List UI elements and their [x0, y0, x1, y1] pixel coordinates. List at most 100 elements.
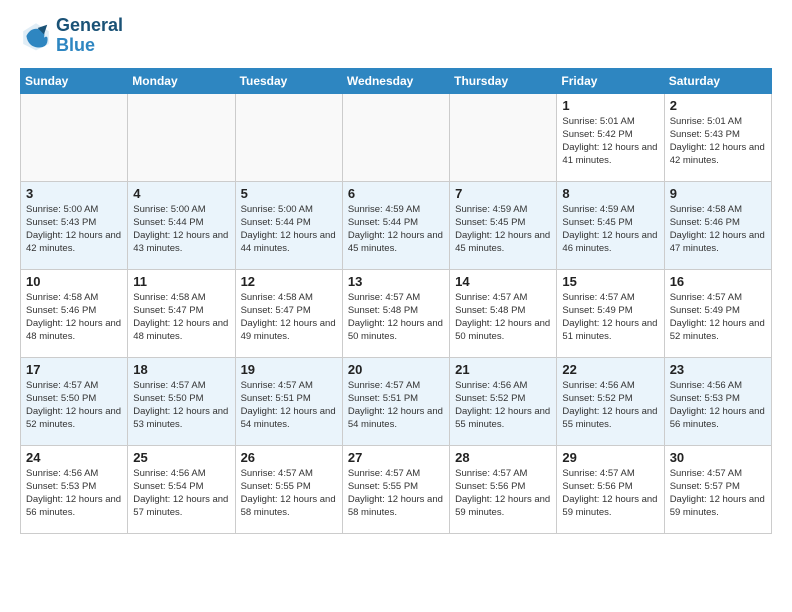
page-container: General Blue SundayMondayTuesdayWednesda…	[0, 0, 792, 544]
calendar-cell: 13 Sunrise: 4:57 AM Sunset: 5:48 PM Dayli…	[342, 269, 449, 357]
day-info: Sunrise: 4:56 AM Sunset: 5:52 PM Dayligh…	[562, 379, 658, 432]
calendar-cell: 15 Sunrise: 4:57 AM Sunset: 5:49 PM Dayli…	[557, 269, 664, 357]
day-number: 23	[670, 362, 766, 377]
day-number: 24	[26, 450, 122, 465]
calendar-cell: 10Sunrise: 4:58 AM Sunset: 5:46 PM Dayli…	[21, 269, 128, 357]
day-info: Sunrise: 4:57 AM Sunset: 5:48 PM Dayligh…	[455, 291, 551, 344]
calendar-cell	[342, 93, 449, 181]
calendar-cell	[21, 93, 128, 181]
calendar-cell: 23 Sunrise: 4:56 AM Sunset: 5:53 PM Dayli…	[664, 357, 771, 445]
day-number: 13	[348, 274, 444, 289]
calendar-week-row: 17 Sunrise: 4:57 AM Sunset: 5:50 PM Dayli…	[21, 357, 772, 445]
day-info: Sunrise: 4:57 AM Sunset: 5:55 PM Dayligh…	[241, 467, 337, 520]
calendar-week-row: 10Sunrise: 4:58 AM Sunset: 5:46 PM Dayli…	[21, 269, 772, 357]
day-info: Sunrise: 4:56 AM Sunset: 5:54 PM Dayligh…	[133, 467, 229, 520]
day-number: 27	[348, 450, 444, 465]
calendar-week-row: 1Sunrise: 5:01 AM Sunset: 5:42 PM Daylig…	[21, 93, 772, 181]
weekday-header-thursday: Thursday	[450, 68, 557, 93]
weekday-header-sunday: Sunday	[21, 68, 128, 93]
calendar-cell: 28Sunrise: 4:57 AM Sunset: 5:56 PM Dayli…	[450, 445, 557, 533]
day-number: 22	[562, 362, 658, 377]
calendar-cell: 3 Sunrise: 5:00 AM Sunset: 5:43 PM Daylig…	[21, 181, 128, 269]
day-info: Sunrise: 5:00 AM Sunset: 5:44 PM Dayligh…	[133, 203, 229, 256]
day-info: Sunrise: 4:59 AM Sunset: 5:45 PM Dayligh…	[455, 203, 551, 256]
day-info: Sunrise: 4:58 AM Sunset: 5:47 PM Dayligh…	[241, 291, 337, 344]
day-number: 10	[26, 274, 122, 289]
day-number: 17	[26, 362, 122, 377]
day-number: 7	[455, 186, 551, 201]
calendar-cell	[235, 93, 342, 181]
day-number: 8	[562, 186, 658, 201]
day-info: Sunrise: 4:57 AM Sunset: 5:56 PM Dayligh…	[455, 467, 551, 520]
calendar-cell: 7 Sunrise: 4:59 AM Sunset: 5:45 PM Daylig…	[450, 181, 557, 269]
day-number: 3	[26, 186, 122, 201]
day-number: 2	[670, 98, 766, 113]
calendar-cell: 4 Sunrise: 5:00 AM Sunset: 5:44 PM Daylig…	[128, 181, 235, 269]
calendar-cell: 5 Sunrise: 5:00 AM Sunset: 5:44 PM Daylig…	[235, 181, 342, 269]
calendar-cell: 30Sunrise: 4:57 AM Sunset: 5:57 PM Dayli…	[664, 445, 771, 533]
day-info: Sunrise: 4:56 AM Sunset: 5:53 PM Dayligh…	[26, 467, 122, 520]
day-number: 26	[241, 450, 337, 465]
day-info: Sunrise: 4:57 AM Sunset: 5:56 PM Dayligh…	[562, 467, 658, 520]
calendar-cell: 19 Sunrise: 4:57 AM Sunset: 5:51 PM Dayli…	[235, 357, 342, 445]
day-number: 19	[241, 362, 337, 377]
calendar-cell: 16Sunrise: 4:57 AM Sunset: 5:49 PM Dayli…	[664, 269, 771, 357]
day-info: Sunrise: 4:57 AM Sunset: 5:50 PM Dayligh…	[133, 379, 229, 432]
weekday-header-row: SundayMondayTuesdayWednesdayThursdayFrid…	[21, 68, 772, 93]
calendar-cell: 18 Sunrise: 4:57 AM Sunset: 5:50 PM Dayli…	[128, 357, 235, 445]
calendar-cell	[450, 93, 557, 181]
page-header: General Blue	[20, 16, 772, 56]
day-info: Sunrise: 4:57 AM Sunset: 5:51 PM Dayligh…	[241, 379, 337, 432]
weekday-header-wednesday: Wednesday	[342, 68, 449, 93]
calendar-cell	[128, 93, 235, 181]
day-number: 29	[562, 450, 658, 465]
day-number: 11	[133, 274, 229, 289]
calendar-cell: 9 Sunrise: 4:58 AM Sunset: 5:46 PM Daylig…	[664, 181, 771, 269]
logo-icon	[20, 20, 52, 52]
logo-text: General Blue	[56, 16, 123, 56]
day-info: Sunrise: 4:56 AM Sunset: 5:52 PM Dayligh…	[455, 379, 551, 432]
calendar-cell: 12 Sunrise: 4:58 AM Sunset: 5:47 PM Dayli…	[235, 269, 342, 357]
calendar-cell: 2 Sunrise: 5:01 AM Sunset: 5:43 PM Daylig…	[664, 93, 771, 181]
day-number: 9	[670, 186, 766, 201]
day-number: 25	[133, 450, 229, 465]
weekday-header-friday: Friday	[557, 68, 664, 93]
day-info: Sunrise: 4:57 AM Sunset: 5:48 PM Dayligh…	[348, 291, 444, 344]
day-number: 18	[133, 362, 229, 377]
day-info: Sunrise: 5:01 AM Sunset: 5:42 PM Dayligh…	[562, 115, 658, 168]
day-info: Sunrise: 4:57 AM Sunset: 5:55 PM Dayligh…	[348, 467, 444, 520]
weekday-header-saturday: Saturday	[664, 68, 771, 93]
day-info: Sunrise: 4:57 AM Sunset: 5:49 PM Dayligh…	[562, 291, 658, 344]
calendar-table: SundayMondayTuesdayWednesdayThursdayFrid…	[20, 68, 772, 534]
day-info: Sunrise: 4:56 AM Sunset: 5:53 PM Dayligh…	[670, 379, 766, 432]
day-info: Sunrise: 4:57 AM Sunset: 5:49 PM Dayligh…	[670, 291, 766, 344]
day-info: Sunrise: 5:00 AM Sunset: 5:43 PM Dayligh…	[26, 203, 122, 256]
day-number: 14	[455, 274, 551, 289]
calendar-cell: 24 Sunrise: 4:56 AM Sunset: 5:53 PM Dayli…	[21, 445, 128, 533]
day-info: Sunrise: 4:58 AM Sunset: 5:47 PM Dayligh…	[133, 291, 229, 344]
day-info: Sunrise: 5:01 AM Sunset: 5:43 PM Dayligh…	[670, 115, 766, 168]
calendar-cell: 1Sunrise: 5:01 AM Sunset: 5:42 PM Daylig…	[557, 93, 664, 181]
day-info: Sunrise: 4:59 AM Sunset: 5:45 PM Dayligh…	[562, 203, 658, 256]
calendar-cell: 21Sunrise: 4:56 AM Sunset: 5:52 PM Dayli…	[450, 357, 557, 445]
calendar-cell: 6 Sunrise: 4:59 AM Sunset: 5:44 PM Daylig…	[342, 181, 449, 269]
calendar-cell: 29 Sunrise: 4:57 AM Sunset: 5:56 PM Dayli…	[557, 445, 664, 533]
day-number: 5	[241, 186, 337, 201]
day-info: Sunrise: 4:57 AM Sunset: 5:57 PM Dayligh…	[670, 467, 766, 520]
calendar-cell: 17 Sunrise: 4:57 AM Sunset: 5:50 PM Dayli…	[21, 357, 128, 445]
calendar-cell: 25 Sunrise: 4:56 AM Sunset: 5:54 PM Dayli…	[128, 445, 235, 533]
day-info: Sunrise: 4:57 AM Sunset: 5:51 PM Dayligh…	[348, 379, 444, 432]
weekday-header-monday: Monday	[128, 68, 235, 93]
calendar-week-row: 3 Sunrise: 5:00 AM Sunset: 5:43 PM Daylig…	[21, 181, 772, 269]
day-number: 15	[562, 274, 658, 289]
day-info: Sunrise: 4:57 AM Sunset: 5:50 PM Dayligh…	[26, 379, 122, 432]
calendar-cell: 22 Sunrise: 4:56 AM Sunset: 5:52 PM Dayli…	[557, 357, 664, 445]
calendar-cell: 11 Sunrise: 4:58 AM Sunset: 5:47 PM Dayli…	[128, 269, 235, 357]
day-info: Sunrise: 5:00 AM Sunset: 5:44 PM Dayligh…	[241, 203, 337, 256]
day-info: Sunrise: 4:59 AM Sunset: 5:44 PM Dayligh…	[348, 203, 444, 256]
calendar-cell: 27 Sunrise: 4:57 AM Sunset: 5:55 PM Dayli…	[342, 445, 449, 533]
day-number: 6	[348, 186, 444, 201]
day-info: Sunrise: 4:58 AM Sunset: 5:46 PM Dayligh…	[670, 203, 766, 256]
day-number: 4	[133, 186, 229, 201]
day-number: 12	[241, 274, 337, 289]
